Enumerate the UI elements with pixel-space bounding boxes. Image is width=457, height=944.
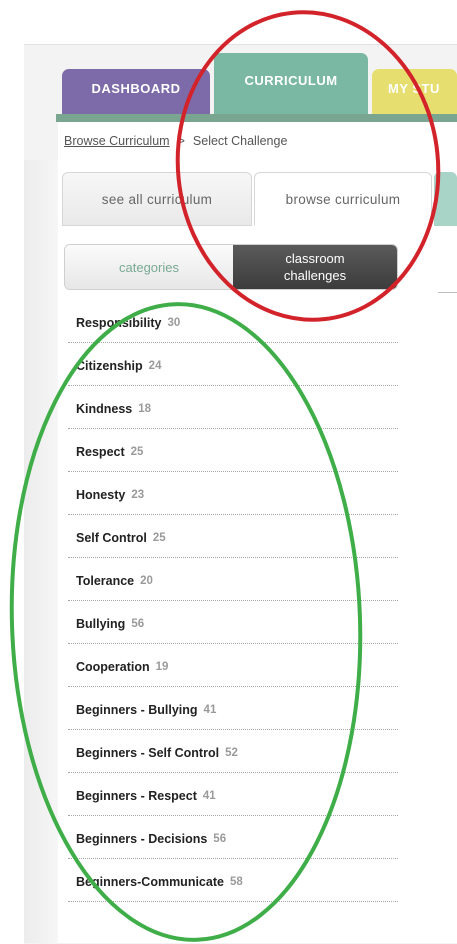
- category-count: 41: [202, 790, 216, 802]
- list-item[interactable]: Tolerance 20: [68, 558, 398, 601]
- category-count: 56: [131, 618, 145, 630]
- tab-curriculum[interactable]: CURRICULUM: [214, 53, 368, 119]
- tab-underline: [56, 114, 457, 122]
- breadcrumb-separator: >: [177, 134, 185, 148]
- category-count: 25: [130, 446, 144, 458]
- breadcrumb-link[interactable]: Browse Curriculum: [64, 134, 170, 148]
- category-name: Beginners-Communicate: [76, 875, 224, 889]
- tab-my-students[interactable]: MY STU: [372, 69, 457, 119]
- list-item[interactable]: Honesty 23: [68, 472, 398, 515]
- category-name: Beginners - Respect: [76, 789, 197, 803]
- tab-partial[interactable]: [434, 172, 457, 226]
- category-count: 25: [152, 532, 166, 544]
- category-count: 18: [138, 403, 152, 415]
- list-item[interactable]: Beginners - Bullying 41: [68, 687, 398, 730]
- category-count: 52: [225, 747, 238, 759]
- category-count: 56: [213, 833, 227, 845]
- breadcrumb: Browse Curriculum > Select Challenge: [64, 134, 287, 148]
- tab-browse-curriculum[interactable]: browse curriculum: [254, 172, 432, 226]
- list-item[interactable]: Cooperation 19: [68, 644, 398, 687]
- list-item[interactable]: Citizenship 24: [68, 343, 398, 386]
- list-item[interactable]: Responsibility 30: [68, 300, 398, 343]
- category-name: Honesty: [76, 488, 126, 502]
- category-name: Citizenship: [76, 359, 143, 373]
- toggle-challenges-line2: challenges: [283, 268, 347, 283]
- category-count: 19: [155, 661, 169, 673]
- left-rail: [24, 160, 59, 943]
- tab-dashboard[interactable]: DASHBOARD: [62, 69, 210, 119]
- list-item[interactable]: Beginners - Decisions 56: [68, 816, 398, 859]
- breadcrumb-current: Select Challenge: [192, 134, 288, 148]
- category-name: Cooperation: [76, 660, 150, 674]
- category-count: 24: [148, 360, 162, 372]
- category-list: Responsibility 30 Citizenship 24 Kindness 1…: [68, 300, 398, 902]
- category-name: Beginners - Self Control: [76, 746, 220, 760]
- subtabs: see all curriculum browse curriculum: [62, 172, 457, 228]
- category-name: Kindness: [76, 402, 133, 416]
- tab-see-all-curriculum[interactable]: see all curriculum: [62, 172, 252, 226]
- category-name: Beginners - Decisions: [76, 832, 208, 846]
- list-item[interactable]: Respect 25: [68, 429, 398, 472]
- category-count: 41: [203, 704, 217, 716]
- list-item[interactable]: Beginners-Communicate 58: [68, 859, 398, 902]
- list-item[interactable]: Bullying 56: [68, 601, 398, 644]
- category-toggle: categories classroom challenges: [64, 244, 398, 290]
- list-item[interactable]: Kindness 18: [68, 386, 398, 429]
- category-name: Tolerance: [76, 574, 135, 588]
- category-name: Bullying: [76, 617, 126, 631]
- category-count: 58: [229, 876, 243, 888]
- category-count: 20: [140, 575, 153, 587]
- category-name: Self Control: [76, 531, 147, 545]
- toggle-classroom-challenges-button[interactable]: classroom challenges: [233, 245, 397, 289]
- category-count: 23: [131, 489, 145, 501]
- category-count: 30: [167, 317, 181, 329]
- category-name: Respect: [76, 445, 125, 459]
- list-item[interactable]: Beginners - Respect 41: [68, 773, 398, 816]
- category-name: Beginners - Bullying: [76, 703, 198, 717]
- toggle-categories-button[interactable]: categories: [65, 245, 233, 289]
- list-item[interactable]: Self Control 25: [68, 515, 398, 558]
- category-name: Responsibility: [76, 316, 162, 330]
- divider: [438, 292, 457, 293]
- toggle-challenges-line1: classroom: [285, 251, 345, 266]
- list-item[interactable]: Beginners - Self Control 52: [68, 730, 398, 773]
